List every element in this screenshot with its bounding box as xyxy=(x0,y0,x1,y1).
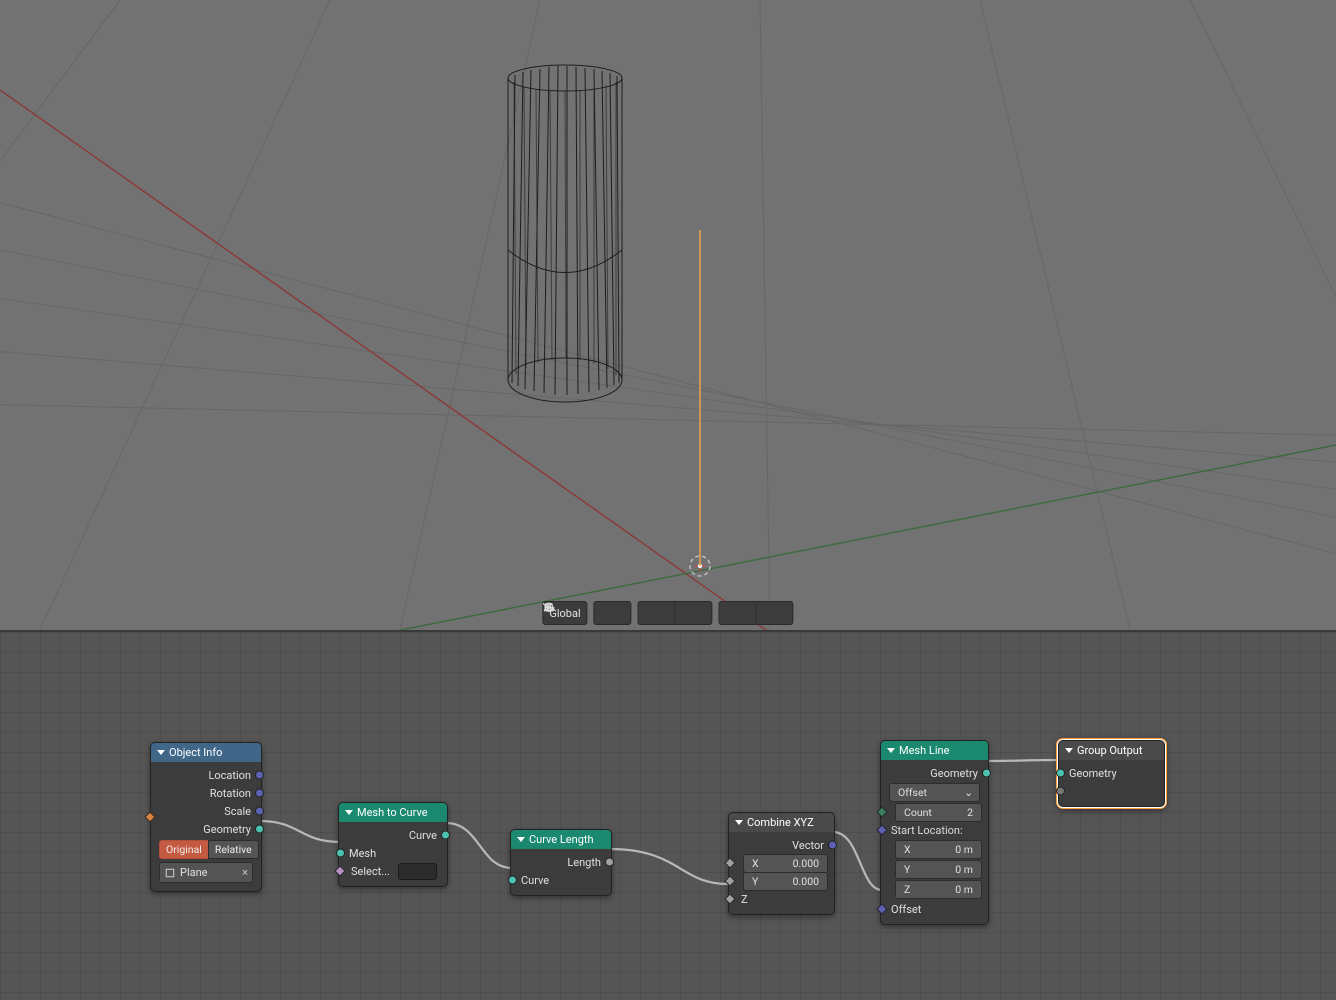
3d-viewport[interactable]: Global xyxy=(0,0,1336,630)
node-header[interactable]: Combine XYZ xyxy=(729,813,834,832)
socket-label: Scale xyxy=(224,805,251,818)
node-header[interactable]: Object Info xyxy=(151,743,261,762)
object-picker[interactable]: Plane × xyxy=(159,862,253,883)
snap-toggle-button[interactable] xyxy=(638,601,675,625)
node-title: Mesh Line xyxy=(899,744,949,757)
mode-relative[interactable]: Relative xyxy=(208,840,259,859)
socket-label: Mesh xyxy=(349,847,376,860)
socket-label: Z xyxy=(741,893,748,906)
mode-original[interactable]: Original xyxy=(159,840,208,859)
snap-options-dropdown[interactable] xyxy=(675,601,713,625)
socket-label: Rotation xyxy=(210,787,251,800)
socket-label: Geometry xyxy=(1069,767,1117,780)
viewport-toolbar: Global xyxy=(542,601,793,625)
pivot-point-button[interactable] xyxy=(594,601,632,625)
viewport-canvas xyxy=(0,0,1336,630)
start-y-field[interactable]: Y0 m xyxy=(895,860,982,879)
node-mesh-line[interactable]: Mesh Line Geometry Offset ⌄ Count 2 Star… xyxy=(880,740,989,925)
y-axis-line xyxy=(350,445,1336,630)
mesh-data-icon xyxy=(164,867,176,879)
proportional-edit-toggle[interactable] xyxy=(719,601,756,625)
node-curve-length[interactable]: Curve Length Length Curve xyxy=(510,829,612,896)
socket-label: Vector xyxy=(792,839,824,852)
object-name: Plane xyxy=(180,866,208,879)
node-header[interactable]: Mesh to Curve xyxy=(339,803,447,822)
mode-toggle[interactable]: Original Relative xyxy=(159,840,253,859)
node-combine-xyz[interactable]: Combine XYZ Vector X 0.000 Y 0.000 Z xyxy=(728,812,835,915)
node-title: Mesh to Curve xyxy=(357,806,428,819)
node-group-output[interactable]: Group Output Geometry xyxy=(1058,740,1165,807)
start-x-field[interactable]: X0 m xyxy=(895,840,982,859)
node-header[interactable]: Mesh Line xyxy=(881,741,988,760)
socket-label: Length xyxy=(567,856,601,869)
start-z-field[interactable]: Z0 m xyxy=(895,880,982,899)
x-field[interactable]: X 0.000 xyxy=(743,854,828,873)
socket-label: Offset xyxy=(891,903,921,916)
socket-label: Location xyxy=(208,769,251,782)
node-title: Curve Length xyxy=(529,833,594,846)
socket-label: Geometry xyxy=(930,767,978,780)
count-field[interactable]: Count 2 xyxy=(895,803,982,822)
socket-label: Select... xyxy=(351,865,390,878)
node-title: Combine XYZ xyxy=(747,816,814,829)
geometry-node-editor[interactable]: Object Info Location Rotation Scale Geom… xyxy=(0,632,1336,1000)
x-axis-line xyxy=(0,90,780,630)
falloff-smooth-icon xyxy=(542,601,555,614)
socket-label: Curve xyxy=(521,874,549,887)
node-mesh-to-curve[interactable]: Mesh to Curve Curve Mesh Select... xyxy=(338,802,448,887)
node-title: Object Info xyxy=(169,746,222,759)
mode-dropdown[interactable]: Offset ⌄ xyxy=(889,783,980,802)
selection-field[interactable] xyxy=(398,863,437,880)
node-title: Group Output xyxy=(1077,744,1142,757)
socket-label: Start Location: xyxy=(891,824,963,837)
socket-label: Geometry xyxy=(203,823,251,836)
node-object-info[interactable]: Object Info Location Rotation Scale Geom… xyxy=(150,742,262,892)
node-header[interactable]: Group Output xyxy=(1059,741,1164,760)
clear-object-icon[interactable]: × xyxy=(242,866,248,879)
socket-label: Curve xyxy=(409,829,437,842)
y-field[interactable]: Y 0.000 xyxy=(743,872,828,891)
proportional-falloff-dropdown[interactable] xyxy=(756,601,794,625)
node-header[interactable]: Curve Length xyxy=(511,830,611,849)
